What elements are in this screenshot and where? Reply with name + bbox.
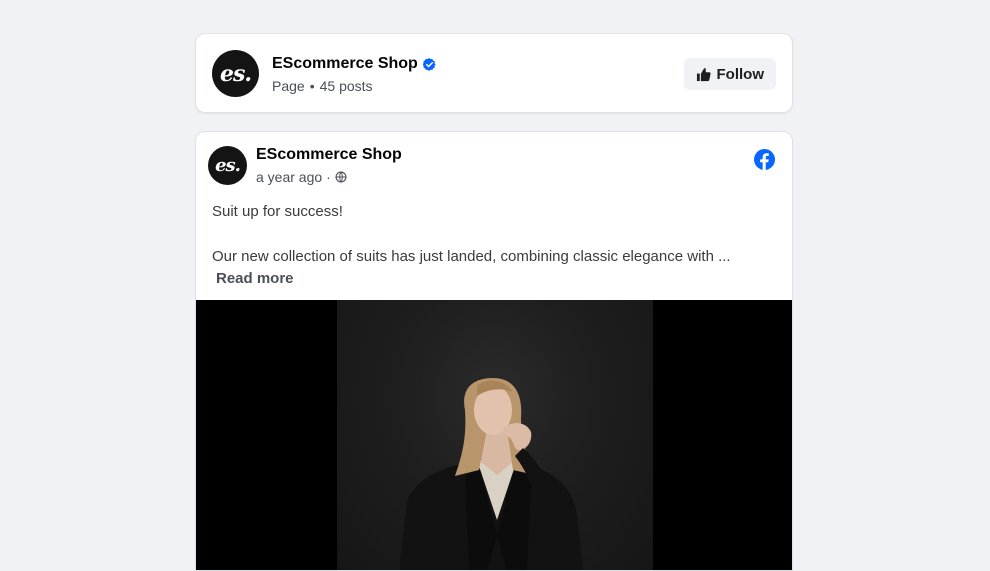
post-media[interactable] bbox=[196, 300, 792, 570]
post-author-avatar[interactable]: es. bbox=[208, 146, 247, 185]
post-card: es. EScommerce Shop a year ago · Suit up… bbox=[195, 131, 793, 571]
post-meta: a year ago · bbox=[256, 169, 347, 185]
post-text-line-1: Suit up for success! bbox=[212, 203, 343, 220]
post-author-name[interactable]: EScommerce Shop bbox=[256, 146, 402, 164]
page-avatar[interactable]: es. bbox=[212, 50, 259, 97]
page-header-card: es. EScommerce Shop Page • 45 posts Foll… bbox=[195, 33, 793, 113]
meta-separator: • bbox=[309, 78, 315, 94]
read-more-link[interactable]: Read more bbox=[216, 268, 782, 290]
post-meta-separator: · bbox=[326, 169, 331, 185]
post-image[interactable] bbox=[337, 300, 653, 570]
globe-icon bbox=[335, 171, 347, 183]
page-name[interactable]: EScommerce Shop bbox=[272, 55, 436, 73]
facebook-icon[interactable] bbox=[754, 149, 775, 170]
post-body: Suit up for success! Our new collection … bbox=[212, 201, 782, 290]
thumbs-up-icon bbox=[696, 67, 711, 81]
page-meta: Page • 45 posts bbox=[272, 78, 373, 94]
post-timestamp[interactable]: a year ago bbox=[256, 169, 322, 185]
post-count: 45 posts bbox=[319, 78, 373, 94]
page-name-text[interactable]: EScommerce Shop bbox=[272, 55, 418, 73]
follow-button[interactable]: Follow bbox=[683, 58, 776, 90]
verified-badge-icon bbox=[422, 57, 436, 71]
model-photo bbox=[399, 378, 583, 570]
follow-label: Follow bbox=[716, 65, 765, 83]
post-text-line-2: Our new collection of suits has just lan… bbox=[212, 248, 731, 265]
page-category: Page bbox=[272, 78, 305, 94]
